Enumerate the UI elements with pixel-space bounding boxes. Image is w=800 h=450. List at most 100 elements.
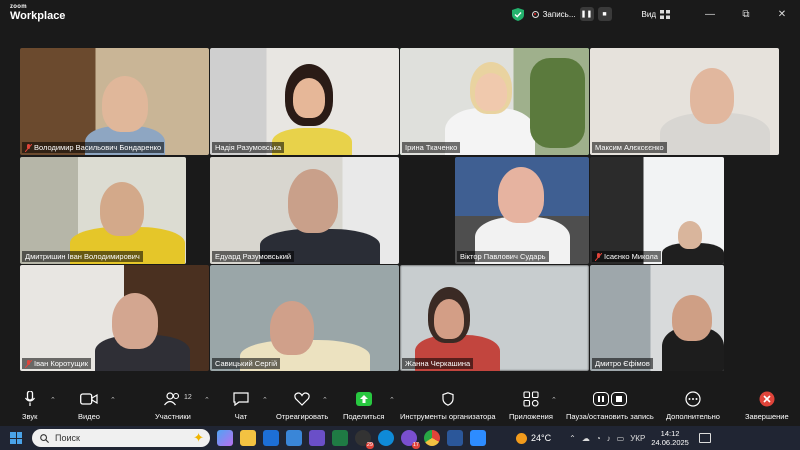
pause-recording-button[interactable]: ❚❚ (579, 7, 594, 21)
chat-options-chevron-icon[interactable]: ⌃ (262, 396, 268, 404)
video-button[interactable]: Видео (78, 390, 100, 424)
video-tile[interactable]: Дмитришин Іван Володимирович (20, 157, 186, 264)
microphone-icon (24, 391, 35, 406)
date: 24.06.2025 (651, 438, 689, 447)
network-icon[interactable]: ◔ (596, 434, 601, 443)
participant-name: Дмитро Єфімов (592, 358, 653, 369)
participants-icon (163, 392, 179, 406)
stop-recording-button[interactable]: ■ (597, 7, 612, 21)
video-options-chevron-icon[interactable]: ⌃ (110, 396, 116, 404)
file-explorer-icon[interactable] (240, 430, 256, 446)
video-tile[interactable]: Надія Разумовська (210, 48, 399, 155)
participant-name: Ірина Ткаченко (402, 142, 461, 153)
viber-icon[interactable]: 17 (401, 430, 420, 449)
participant-name: Ісаєнко Микола (592, 251, 661, 262)
end-x-icon (759, 391, 775, 407)
participant-name: Дмитришин Іван Володимирович (22, 251, 143, 262)
recording-indicator: Запись... ❚❚ ■ (531, 7, 612, 21)
restore-button[interactable]: ⧉ (728, 9, 764, 20)
apps-icon (523, 391, 539, 407)
windows-taskbar: Поиск ✦ 29 17 24°C ⌃ ☁ ◔ ♪ ▭ УКР 14:12 2… (0, 426, 800, 450)
copilot-app-icon[interactable] (217, 430, 233, 446)
audio-button[interactable]: Звук (22, 390, 37, 424)
video-tile[interactable]: Жанна Черкашина (400, 265, 589, 371)
participant-name: Жанна Черкашина (402, 358, 474, 369)
share-screen-icon (355, 392, 372, 406)
participant-name: Едуард Разумовський (212, 251, 295, 262)
video-tile[interactable]: Едуард Разумовський (210, 157, 399, 264)
close-window-button[interactable]: ✕ (764, 9, 800, 20)
mic-muted-icon (25, 359, 32, 368)
shield-icon (442, 392, 454, 406)
video-tile[interactable]: Максим Алєксєєнко (590, 48, 779, 155)
search-icon (40, 433, 49, 443)
video-tile[interactable]: Віктор Павлович Сударь (455, 157, 589, 264)
view-grid-icon[interactable] (660, 9, 670, 19)
participant-name: Савицький Сергій (212, 358, 281, 369)
language-indicator[interactable]: УКР (630, 434, 645, 443)
video-tile[interactable]: Ісаєнко Микола (590, 157, 724, 264)
taskbar-search[interactable]: Поиск ✦ (32, 429, 210, 447)
participant-name: Максим Алєксєєнко (592, 142, 667, 153)
chrome-icon[interactable] (424, 430, 440, 446)
app-icon[interactable] (309, 430, 325, 446)
zoom-window: zoom Workplace Запись... ❚❚ ■ Вид — ⧉ ✕ (0, 0, 800, 450)
heart-icon (294, 392, 310, 406)
excel-icon[interactable] (332, 430, 348, 446)
participant-name: Володимир Васильович Бондаренко (22, 142, 165, 153)
chat-button[interactable]: Чат (233, 390, 249, 424)
zoom-taskbar-icon[interactable] (470, 430, 486, 446)
participant-name: Надія Разумовська (212, 142, 285, 153)
video-tile[interactable]: Савицький Сергій (210, 265, 399, 371)
title-bar: zoom Workplace Запись... ❚❚ ■ Вид — ⧉ ✕ (0, 0, 800, 32)
share-button[interactable]: Поделиться (343, 390, 384, 424)
system-tray: ⌃ ☁ ◔ ♪ ▭ УКР (569, 434, 645, 443)
more-dots-icon (685, 391, 701, 407)
time: 14:12 (660, 429, 680, 438)
notifications-icon[interactable] (698, 433, 711, 443)
word-icon[interactable] (447, 430, 463, 446)
pause-stop-icon (592, 392, 627, 406)
share-options-chevron-icon[interactable]: ⌃ (389, 396, 395, 404)
more-button[interactable]: Дополнительно (666, 390, 720, 424)
camera-icon (80, 393, 98, 405)
volume-icon[interactable]: ♪ (607, 434, 611, 443)
mic-muted-icon (595, 252, 602, 261)
windows-start-icon[interactable] (10, 432, 22, 444)
pause-stop-recording-button[interactable]: Пауза/остановить запись (566, 390, 654, 424)
app-with-badge-icon[interactable]: 29 (355, 430, 374, 449)
logo-big: Workplace (10, 10, 66, 22)
temperature: 24°C (531, 433, 552, 443)
show-hidden-chevron-icon[interactable]: ⌃ (569, 434, 576, 443)
edge-icon[interactable] (378, 430, 394, 446)
search-placeholder: Поиск (55, 433, 80, 443)
encryption-shield-icon[interactable] (511, 7, 524, 21)
video-tile-active-speaker[interactable]: Ірина Ткаченко (400, 48, 589, 155)
audio-options-chevron-icon[interactable]: ⌃ (50, 396, 56, 404)
video-tile[interactable]: Володимир Васильович Бондаренко (20, 48, 209, 155)
react-options-chevron-icon[interactable]: ⌃ (322, 396, 328, 404)
apps-button[interactable]: Приложения (509, 390, 553, 424)
participants-options-chevron-icon[interactable]: ⌃ (204, 396, 210, 404)
react-button[interactable]: Отреагировать (276, 390, 328, 424)
weather-widget[interactable]: 24°C (516, 432, 552, 444)
end-meeting-button[interactable]: Завершение (745, 390, 789, 424)
title-bar-controls: Запись... ❚❚ ■ Вид — ⧉ ✕ (511, 0, 800, 28)
defender-icon[interactable] (286, 430, 302, 446)
onedrive-icon[interactable]: ☁ (582, 434, 590, 443)
apps-options-chevron-icon[interactable]: ⌃ (551, 396, 557, 404)
host-tools-button[interactable]: Инструменты организатора (400, 390, 496, 424)
video-tile[interactable]: Іван Коротущик (20, 265, 209, 371)
outlook-icon[interactable] (263, 430, 279, 446)
battery-icon[interactable]: ▭ (617, 434, 625, 443)
minimize-button[interactable]: — (692, 9, 728, 20)
sun-icon (516, 432, 527, 444)
participants-count: 12 (184, 394, 192, 401)
recording-dot-icon (531, 10, 539, 18)
view-label[interactable]: Вид (642, 10, 656, 19)
clock[interactable]: 14:12 24.06.2025 (651, 429, 689, 447)
recording-label: Запись... (542, 9, 576, 19)
video-tile[interactable]: Дмитро Єфімов (590, 265, 724, 371)
participant-name: Іван Коротущик (22, 358, 92, 369)
meeting-toolbar: Звук ⌃ Видео ⌃ Участники 12 ⌃ Чат ⌃ Отре… (0, 388, 800, 426)
